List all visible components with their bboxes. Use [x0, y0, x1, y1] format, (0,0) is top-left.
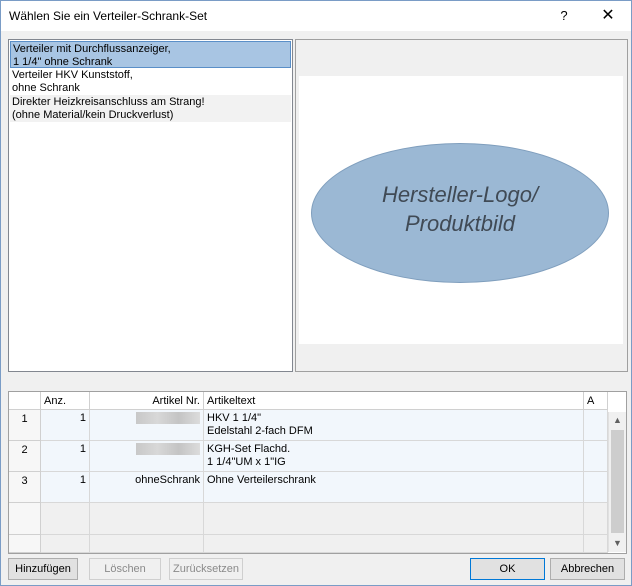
- list-item[interactable]: Verteiler mit Durchflussanzeiger, 1 1/4"…: [10, 41, 291, 68]
- cell-artikel-nr[interactable]: [90, 410, 204, 441]
- cell-empty[interactable]: [41, 503, 90, 535]
- cell-artikeltext[interactable]: HKV 1 1/4" Edelstahl 2-fach DFM: [204, 410, 584, 441]
- delete-button[interactable]: Löschen: [89, 558, 161, 580]
- close-button[interactable]: ✕: [591, 3, 625, 29]
- cell-empty[interactable]: [204, 535, 584, 553]
- cell-anz[interactable]: 1: [41, 441, 90, 472]
- add-button[interactable]: Hinzufügen: [8, 558, 78, 580]
- cell-empty[interactable]: [584, 535, 608, 553]
- cell-a[interactable]: [584, 410, 608, 441]
- scroll-thumb[interactable]: [611, 430, 624, 533]
- list-item[interactable]: Direkter Heizkreisanschluss am Strang! (…: [10, 95, 291, 122]
- help-button[interactable]: ?: [550, 3, 578, 29]
- title-bar: Wählen Sie ein Verteiler-Schrank-Set ? ✕: [1, 1, 631, 31]
- row-number[interactable]: 2: [9, 441, 41, 472]
- column-header-a[interactable]: A: [584, 392, 608, 410]
- cell-artikel-nr[interactable]: [90, 441, 204, 472]
- scroll-down-arrow-icon[interactable]: ▼: [609, 535, 626, 552]
- row-number-empty[interactable]: [9, 535, 41, 553]
- logo-placeholder-text: Hersteller-Logo/ Produktbild: [381, 182, 539, 236]
- cell-anz[interactable]: 1: [41, 410, 90, 441]
- cell-a[interactable]: [584, 472, 608, 503]
- cell-artikeltext[interactable]: KGH-Set Flachd. 1 1/4"UM x 1"IG: [204, 441, 584, 472]
- product-preview-panel: Hersteller-Logo/ Produktbild: [295, 39, 628, 372]
- row-number[interactable]: 1: [9, 410, 41, 441]
- ok-button[interactable]: OK: [470, 558, 545, 580]
- window-title: Wählen Sie ein Verteiler-Schrank-Set: [9, 9, 208, 23]
- manufacturer-logo-placeholder: Hersteller-Logo/ Produktbild: [311, 143, 609, 283]
- grid-corner: [9, 392, 41, 410]
- cell-empty[interactable]: [41, 535, 90, 553]
- cell-a[interactable]: [584, 441, 608, 472]
- column-header-anz[interactable]: Anz.: [41, 392, 90, 410]
- row-number[interactable]: 3: [9, 472, 41, 503]
- redacted-article-number: [136, 412, 200, 424]
- list-item[interactable]: Verteiler HKV Kunststoff, ohne Schrank: [10, 68, 291, 95]
- cell-anz[interactable]: 1: [41, 472, 90, 503]
- cell-empty[interactable]: [90, 503, 204, 535]
- dialog-window: Wählen Sie ein Verteiler-Schrank-Set ? ✕…: [0, 0, 632, 586]
- cancel-button[interactable]: Abbrechen: [550, 558, 625, 580]
- column-header-artikeltext[interactable]: Artikeltext: [204, 392, 584, 410]
- article-grid: Anz. Artikel Nr. Artikeltext A 1 1 HKV 1…: [8, 391, 627, 554]
- column-header-artikel-nr[interactable]: Artikel Nr.: [90, 392, 204, 410]
- set-listbox[interactable]: Verteiler mit Durchflussanzeiger, 1 1/4"…: [8, 39, 293, 372]
- redacted-article-number: [136, 443, 200, 455]
- cell-empty[interactable]: [584, 503, 608, 535]
- scroll-up-arrow-icon[interactable]: ▲: [609, 412, 626, 429]
- cell-empty[interactable]: [204, 503, 584, 535]
- grid-vertical-scrollbar[interactable]: ▲ ▼: [608, 412, 626, 552]
- cell-artikel-nr[interactable]: ohneSchrank: [90, 472, 204, 503]
- cell-empty[interactable]: [90, 535, 204, 553]
- reset-button[interactable]: Zurücksetzen: [169, 558, 243, 580]
- product-image-area: Hersteller-Logo/ Produktbild: [299, 76, 623, 344]
- cell-artikeltext[interactable]: Ohne Verteilerschrank: [204, 472, 584, 503]
- row-number-empty[interactable]: [9, 503, 41, 535]
